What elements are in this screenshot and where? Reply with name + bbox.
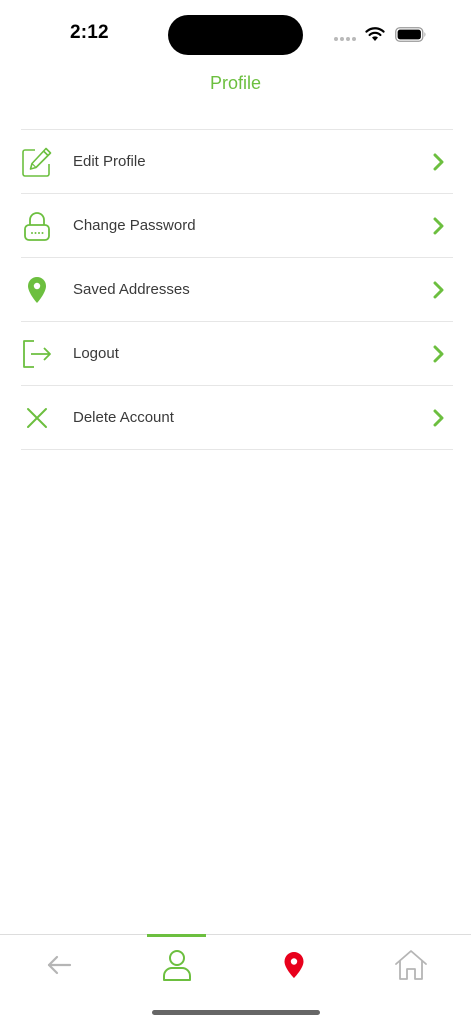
profile-menu-list: Edit Profile Change Password Saved Addre… (21, 129, 453, 450)
menu-label: Saved Addresses (73, 281, 190, 298)
chevron-right-icon (433, 409, 444, 426)
status-time: 2:12 (70, 22, 109, 43)
page-title: Profile (209, 73, 262, 93)
menu-label: Delete Account (73, 409, 174, 426)
battery-icon (395, 27, 426, 42)
menu-item-delete-account[interactable]: Delete Account (21, 386, 453, 450)
status-bar: 2:12 (0, 0, 471, 60)
location-pin-icon (284, 952, 304, 978)
home-indicator[interactable] (152, 1010, 320, 1015)
menu-item-edit-profile[interactable]: Edit Profile (21, 130, 453, 194)
nav-home-button[interactable] (381, 935, 441, 995)
nav-profile-button[interactable] (147, 935, 207, 995)
chevron-right-icon (433, 281, 444, 298)
nav-map-button[interactable] (264, 935, 324, 995)
edit-icon (21, 146, 53, 178)
logout-icon (21, 338, 53, 370)
menu-label: Change Password (73, 217, 196, 234)
back-arrow-icon (47, 955, 72, 975)
menu-label: Edit Profile (73, 153, 146, 170)
person-icon (163, 950, 191, 981)
menu-item-logout[interactable]: Logout (21, 322, 453, 386)
home-icon (395, 950, 427, 980)
cellular-signal-icon (334, 37, 356, 41)
lock-icon (21, 210, 53, 242)
chevron-right-icon (433, 153, 444, 170)
menu-label: Logout (73, 345, 119, 362)
location-pin-icon (21, 274, 53, 306)
chevron-right-icon (433, 345, 444, 362)
close-icon (21, 402, 53, 434)
nav-back-button[interactable] (29, 935, 89, 995)
chevron-right-icon (433, 217, 444, 234)
menu-item-change-password[interactable]: Change Password (21, 194, 453, 258)
wifi-icon (365, 27, 385, 41)
menu-item-saved-addresses[interactable]: Saved Addresses (21, 258, 453, 322)
dynamic-island (168, 15, 303, 55)
